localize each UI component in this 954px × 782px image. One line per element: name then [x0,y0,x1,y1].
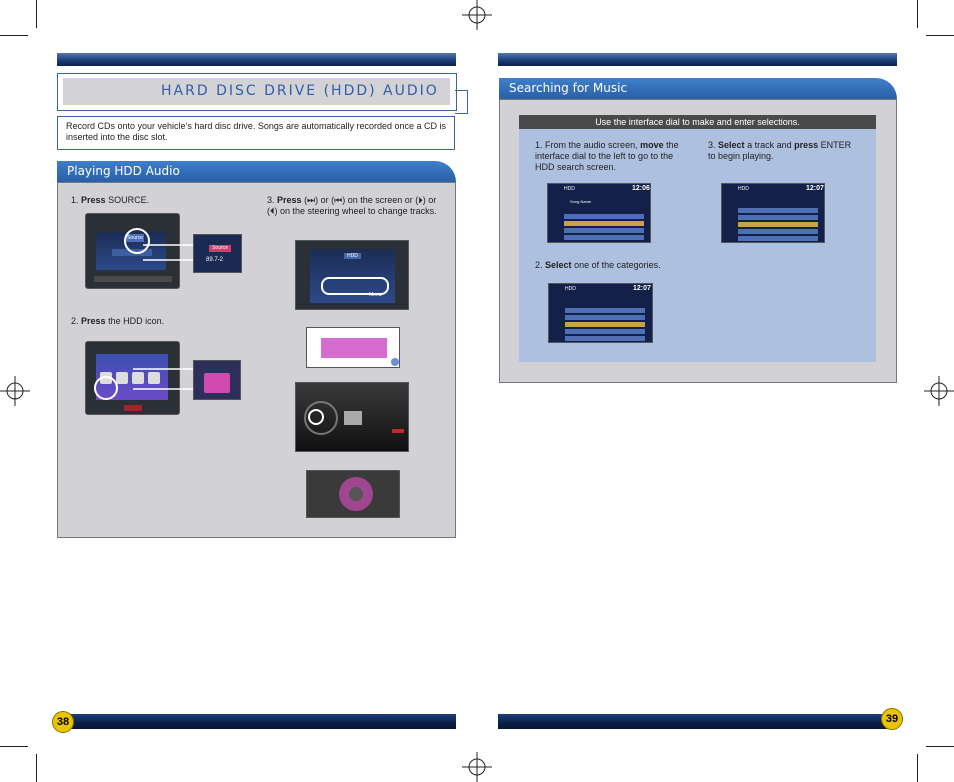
page-title: HARD DISC DRIVE (HDD) AUDIO [161,83,439,99]
hdd-search-screen-image: HDD 12:06 Song Name [547,183,651,243]
registration-mark-icon [462,0,492,30]
steering-control-zoom-image [306,470,400,518]
steering-wheel-image [295,382,409,452]
track-list-screen-image: HDD 12:07 [721,183,825,243]
search-step-1: 1. From the audio screen, move the inter… [535,140,679,172]
crop-mark [926,35,954,36]
top-banner-left [57,53,456,66]
registration-mark-icon [0,376,30,406]
category-screen-image: HDD 12:07 [548,283,653,343]
search-step-3: 3. Select a track and press ENTER to beg… [708,140,852,161]
title-connector [455,90,468,114]
section-heading-playing: Playing HDD Audio [57,161,456,182]
step-1: 1. Press SOURCE. [71,195,150,205]
crop-mark [0,35,28,36]
top-banner-right [498,53,897,66]
registration-mark-icon [924,376,954,406]
callout-line [133,368,195,390]
page-number-left: 38 [52,711,74,733]
track-zoom-image [306,327,400,368]
hdd-icon-zoom-image [193,360,241,400]
search-step-2: 2. Select one of the categories. [535,260,661,270]
step-3: 3. Press (⏭) or (⏮) on the screen or (⏵)… [267,195,437,216]
section-heading-searching: Searching for Music [499,78,897,99]
crop-mark [0,746,28,747]
intro-text: Record CDs onto your vehicle’s hard disc… [57,116,455,150]
registration-mark-icon [462,752,492,782]
bottom-bar-right [498,714,897,729]
crop-mark [917,0,918,28]
crop-mark [36,754,37,782]
instruction-bar: Use the interface dial to make and enter… [519,115,876,129]
source-zoom-image: Source 89.7-2 [193,234,242,273]
callout-line [143,244,195,261]
step-2: 2. Press the HDD icon. [71,316,165,326]
bottom-bar-left [57,714,456,729]
crop-mark [36,0,37,28]
track-screen-image: HDD Menu [295,240,409,310]
page-number-right: 39 [881,708,903,730]
crop-mark [926,746,954,747]
title-box: HARD DISC DRIVE (HDD) AUDIO [63,78,450,105]
crop-mark [917,754,918,782]
